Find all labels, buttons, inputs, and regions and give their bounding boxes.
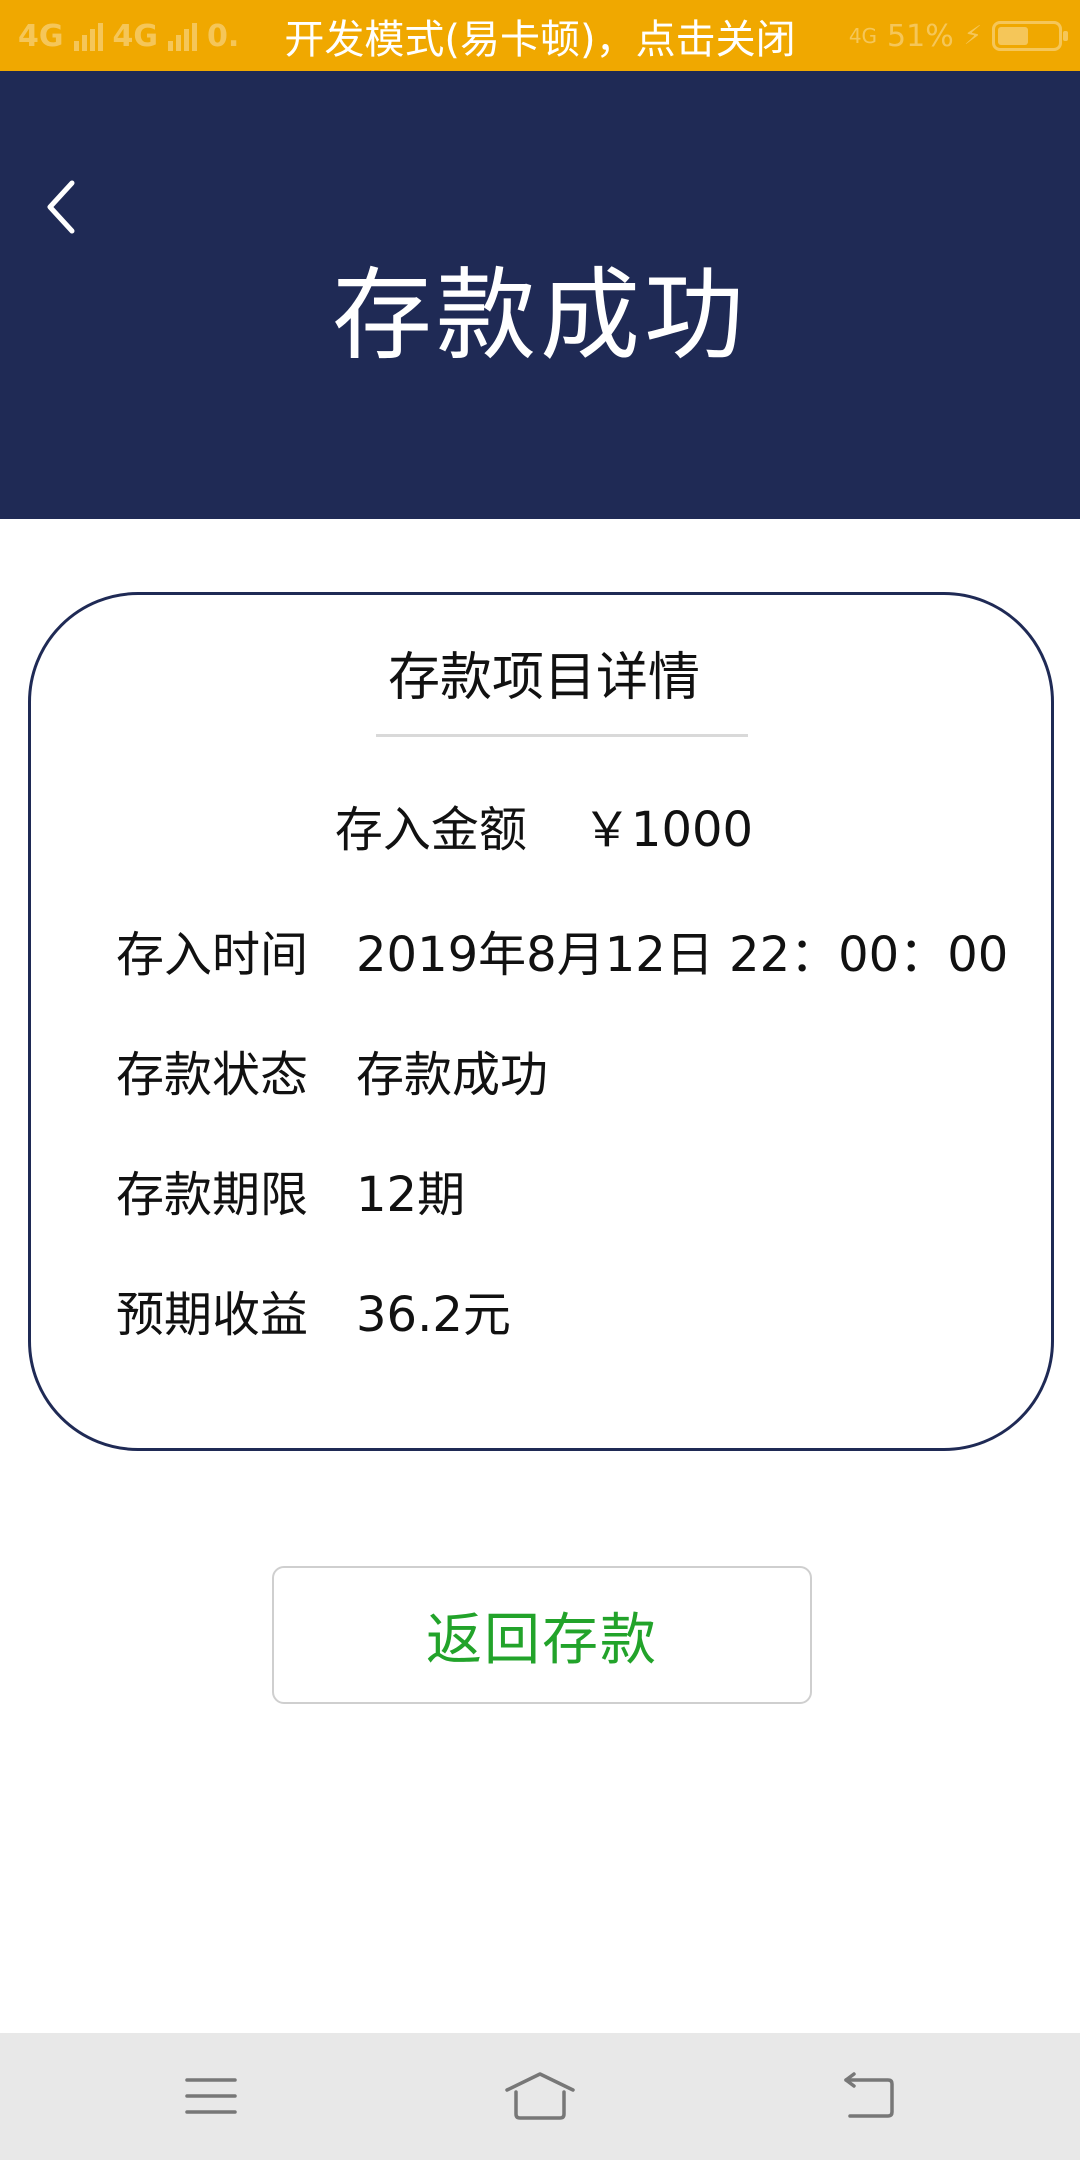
status-bar: 4G 4G 0. 4G 51% ⚡ 开发模式(易卡顿)，点击关闭 xyxy=(0,0,1080,71)
detail-value: 2019年8月12日 22：00：00 xyxy=(356,927,1009,983)
chevron-left-icon xyxy=(47,180,75,234)
nav-back-button[interactable] xyxy=(823,2061,913,2131)
card-title: 存款项目详情 xyxy=(387,648,700,708)
detail-value: 存款成功 xyxy=(356,1047,549,1103)
amount-value: ￥1000 xyxy=(582,802,754,858)
card-divider xyxy=(376,734,748,737)
dev-mode-banner[interactable]: 开发模式(易卡顿)，点击关闭 xyxy=(0,0,1080,71)
menu-icon xyxy=(185,2078,237,2114)
detail-row-status: 存款状态 存款成功 xyxy=(116,1038,549,1103)
detail-row-term: 存款期限 12期 xyxy=(116,1158,466,1223)
page-title: 存款成功 xyxy=(332,257,748,374)
back-icon xyxy=(844,2072,894,2118)
deposit-detail-card: 存款项目详情 存入金额 ￥1000 存入时间 2019年8月12日 22：00：0… xyxy=(28,592,1054,1451)
detail-label: 预期收益 xyxy=(116,1287,309,1343)
menu-button[interactable] xyxy=(166,2061,256,2131)
detail-value: 36.2元 xyxy=(356,1287,511,1343)
detail-row-yield: 预期收益 36.2元 xyxy=(116,1278,511,1343)
back-button[interactable] xyxy=(36,167,92,247)
amount-label: 存入金额 xyxy=(334,802,527,858)
system-nav-bar xyxy=(0,2033,1080,2160)
detail-row-time: 存入时间 2019年8月12日 22：00：00 xyxy=(116,918,1009,983)
detail-label: 存入时间 xyxy=(116,927,309,983)
detail-label: 存款状态 xyxy=(116,1047,309,1103)
home-button[interactable] xyxy=(495,2061,585,2131)
detail-value: 12期 xyxy=(356,1167,466,1223)
home-icon xyxy=(505,2072,575,2120)
page-header: 存款成功 xyxy=(0,71,1080,519)
return-to-deposit-button[interactable]: 返回存款 xyxy=(272,1566,812,1704)
detail-label: 存款期限 xyxy=(116,1167,309,1223)
amount-row: 存入金额 ￥1000 xyxy=(31,798,1057,862)
